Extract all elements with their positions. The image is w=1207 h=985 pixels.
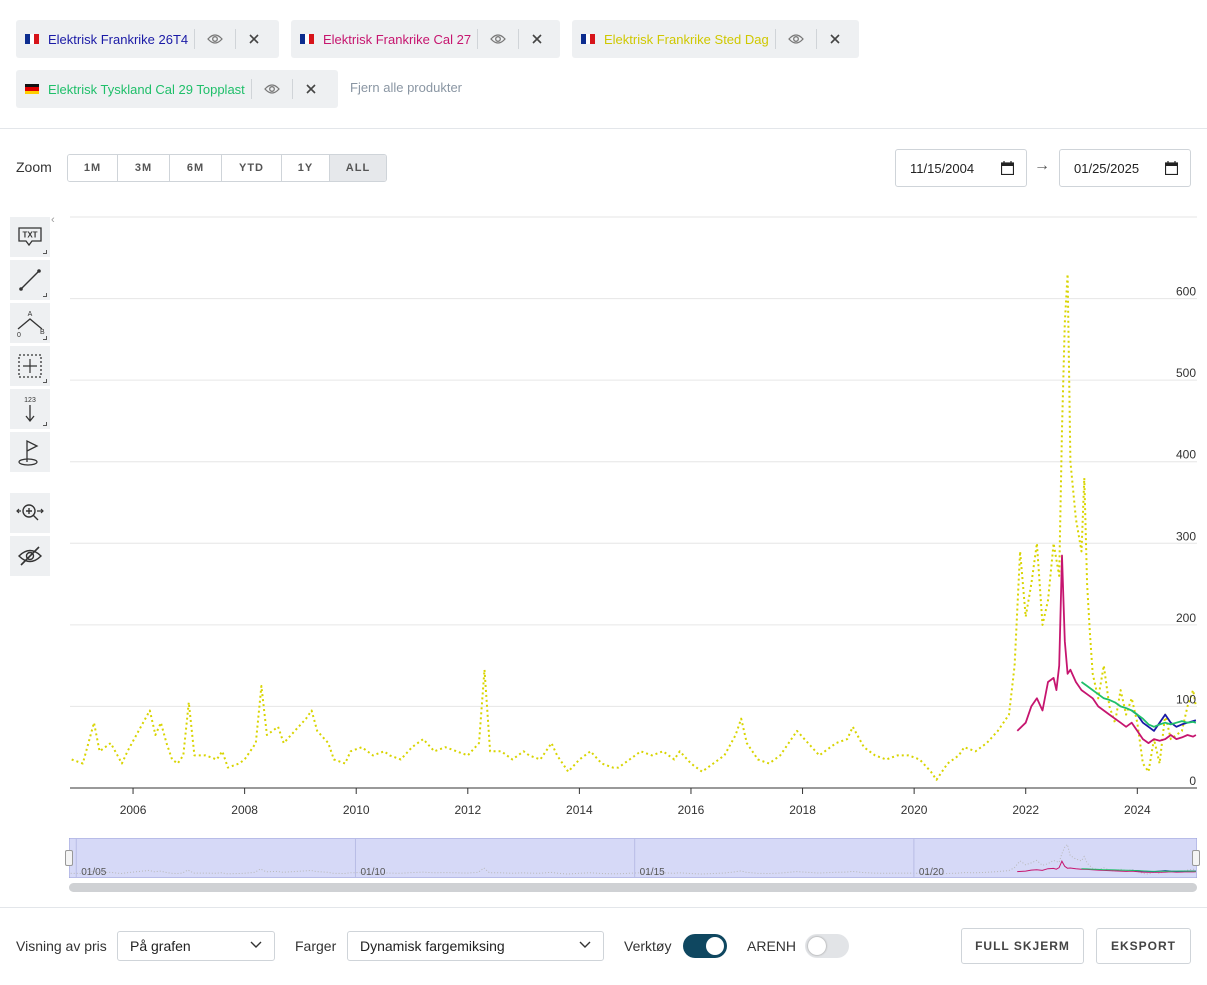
navigator-label: 01/10: [360, 867, 385, 878]
fullscreen-button[interactable]: FULL SKJERM: [961, 928, 1084, 964]
product-chip-3: Elektrisk Frankrike Sted Dag: [572, 20, 859, 58]
calendar-icon: [1001, 161, 1014, 175]
arenh-toggle[interactable]: [805, 934, 849, 958]
colors-label: Farger: [295, 938, 337, 954]
product-chip-2: Elektrisk Frankrike Cal 27: [291, 20, 560, 58]
y-axis: 0 100 200 300 400 500 600: [1176, 285, 1196, 788]
zoom-label: Zoom: [16, 159, 52, 175]
x-tick-label: 2024: [1124, 803, 1151, 817]
navigator-label: 01/15: [640, 867, 665, 878]
date-range-arrow: →: [1034, 157, 1050, 174]
x-tick-label: 2010: [343, 803, 370, 817]
navigator-label: 01/05: [81, 867, 106, 878]
price-display-value: På grafen: [130, 938, 191, 954]
y-tick-label: 300: [1176, 529, 1196, 543]
range-navigator[interactable]: 01/05 01/10 01/15 01/20: [69, 838, 1197, 878]
product-name: Elektrisk Frankrike Cal 27: [323, 31, 472, 47]
chart-series: [71, 273, 1197, 781]
chevron-down-icon: [579, 941, 591, 948]
divider: [0, 907, 1207, 908]
product-name: Elektrisk Frankrike 26T4: [48, 31, 189, 47]
zoom-1m-button[interactable]: 1M: [68, 155, 118, 181]
date-to-input[interactable]: 01/25/2025: [1059, 149, 1191, 187]
navigator-scrollbar[interactable]: [69, 883, 1197, 892]
price-display-label: Visning av pris: [16, 938, 107, 954]
chart-grid: [70, 216, 1197, 707]
navigator-left-handle[interactable]: [65, 850, 73, 866]
date-to-value: 01/25/2025: [1074, 160, 1140, 176]
close-icon[interactable]: [823, 27, 847, 51]
y-tick-label: 500: [1176, 366, 1196, 380]
zoom-all-button[interactable]: ALL: [330, 155, 386, 181]
y-tick-label: 100: [1176, 692, 1196, 706]
tools-label: Verktøy: [624, 938, 672, 954]
price-chart[interactable]: 2006 2008 2010 2012 2014 2016 2018 2020 2022 2024…: [0, 200, 1207, 830]
x-tick-label: 2014: [566, 803, 593, 817]
y-tick-label: 400: [1176, 448, 1196, 462]
y-tick-label: 0: [1189, 774, 1196, 788]
x-tick-label: 2012: [454, 803, 481, 817]
x-tick-label: 2006: [120, 803, 147, 817]
series-line-1: [71, 273, 1197, 781]
germany-flag-icon: [25, 84, 39, 94]
zoom-6m-button[interactable]: 6M: [170, 155, 222, 181]
zoom-3m-button[interactable]: 3M: [118, 155, 170, 181]
export-button[interactable]: EKSPORT: [1096, 928, 1191, 964]
y-tick-label: 600: [1176, 285, 1196, 299]
arenh-label: ARENH: [747, 938, 797, 954]
x-tick-label: 2020: [901, 803, 928, 817]
calendar-icon: [1165, 161, 1178, 175]
close-icon[interactable]: [525, 27, 549, 51]
x-tick-label: 2022: [1012, 803, 1039, 817]
product-name: Elektrisk Tyskland Cal 29 Topplast: [48, 81, 245, 97]
date-from-value: 11/15/2004: [910, 160, 975, 176]
zoom-button-group: 1M 3M 6M YTD 1Y ALL: [67, 154, 387, 182]
eye-icon[interactable]: [201, 27, 229, 51]
france-flag-icon: [581, 34, 596, 44]
france-flag-icon: [300, 34, 315, 44]
price-display-select[interactable]: På grafen: [117, 931, 275, 961]
clear-all-link[interactable]: Fjern alle produkter: [350, 80, 462, 95]
zoom-ytd-button[interactable]: YTD: [222, 155, 282, 181]
x-axis: 2006 2008 2010 2012 2014 2016 2018 2020 2022 2024: [70, 787, 1197, 817]
eye-icon[interactable]: [484, 27, 512, 51]
y-tick-label: 200: [1176, 611, 1196, 625]
colors-select[interactable]: Dynamisk fargemiksing: [347, 931, 604, 961]
eye-icon[interactable]: [258, 77, 286, 101]
chevron-down-icon: [250, 941, 262, 948]
bottom-toolbar: Visning av pris På grafen Farger Dynamis…: [0, 928, 1207, 964]
date-from-input[interactable]: 11/15/2004: [895, 149, 1027, 187]
product-name: Elektrisk Frankrike Sted Dag: [604, 31, 769, 47]
x-tick-label: 2018: [789, 803, 816, 817]
navigator-right-handle[interactable]: [1192, 850, 1200, 866]
eye-icon[interactable]: [782, 27, 810, 51]
close-icon[interactable]: [242, 27, 266, 51]
navigator-label: 01/20: [919, 867, 944, 878]
divider: [0, 128, 1207, 129]
zoom-1y-button[interactable]: 1Y: [282, 155, 330, 181]
tools-toggle[interactable]: [683, 934, 727, 958]
product-chip-4: Elektrisk Tyskland Cal 29 Topplast: [16, 70, 338, 108]
x-tick-label: 2016: [678, 803, 705, 817]
close-icon[interactable]: [299, 77, 323, 101]
x-tick-label: 2008: [231, 803, 258, 817]
colors-value: Dynamisk fargemiksing: [360, 938, 505, 954]
product-chip-1: Elektrisk Frankrike 26T4: [16, 20, 279, 58]
france-flag-icon: [25, 34, 40, 44]
series-line-2: [1016, 554, 1197, 744]
